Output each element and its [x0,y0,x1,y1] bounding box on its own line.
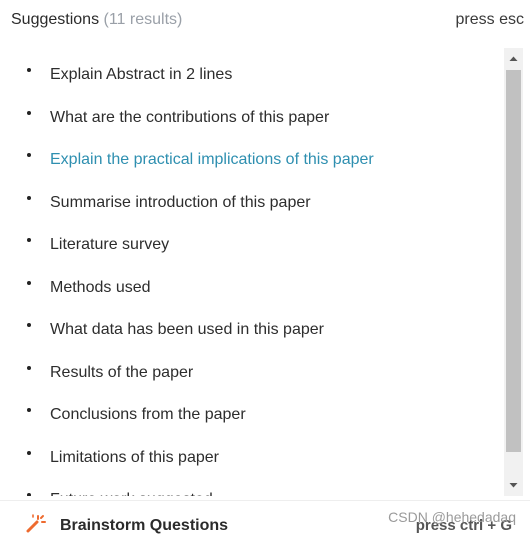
bullet-icon [27,68,31,72]
suggestion-item[interactable]: What are the contributions of this paper [0,91,504,134]
bullet-icon [27,408,31,412]
bullet-icon [27,238,31,242]
bullet-icon [27,493,31,496]
close-hint[interactable]: press esc [456,11,524,29]
bullet-icon [27,450,31,455]
scrollbar[interactable] [504,48,523,496]
scroll-down-arrow[interactable] [504,476,523,494]
suggestion-item[interactable]: Explain Abstract in 2 lines [0,48,504,91]
suggestion-item[interactable]: Explain the practical implications of th… [0,133,504,176]
suggestion-item[interactable]: Future work suggested [0,473,504,496]
suggestions-header: Suggestions (11 results) press esc [0,0,530,40]
suggestion-item[interactable]: What data has been used in this paper [0,303,504,346]
suggestion-label: Summarise introduction of this paper [50,193,311,211]
suggestion-label: Results of the paper [50,363,194,381]
bullet-icon [27,280,31,285]
title-label: Suggestions [11,11,100,28]
bullet-icon [27,323,31,327]
brainstorm-questions-button[interactable]: Brainstorm Questions [60,517,228,535]
suggestion-label: Conclusions from the paper [50,406,246,423]
magic-wand-icon [26,514,46,533]
watermark: CSDN @hehedadaq [388,509,516,525]
bullet-icon [27,195,31,200]
scrollbar-thumb[interactable] [506,70,521,452]
suggestion-item[interactable]: Methods used [0,261,504,304]
bullet-icon [27,110,31,115]
suggestion-label: Methods used [50,278,151,296]
suggestions-title: Suggestions (11 results) [11,11,182,29]
suggestion-item[interactable]: Results of the paper [0,346,504,389]
scroll-up-arrow[interactable] [504,50,523,68]
suggestion-label: What are the contributions of this paper [50,108,330,126]
results-count: (11 results) [103,11,183,28]
suggestion-item[interactable]: Literature survey [0,218,504,261]
bullet-icon [27,365,31,370]
suggestions-list-container: Explain Abstract in 2 lines What are the … [0,48,504,496]
suggestion-label: Future work suggested [50,490,213,496]
suggestion-label: Literature survey [50,236,170,253]
suggestion-item[interactable]: Conclusions from the paper [0,388,504,431]
suggestion-label: What data has been used in this paper [50,321,324,338]
bullet-icon [27,153,31,157]
suggestion-label: Explain the practical implications of th… [50,151,374,168]
suggestion-label: Limitations of this paper [50,448,219,466]
suggestion-item[interactable]: Limitations of this paper [0,431,504,474]
suggestions-list: Explain Abstract in 2 lines What are the … [0,48,504,496]
suggestion-label: Explain Abstract in 2 lines [50,66,233,83]
suggestion-item[interactable]: Summarise introduction of this paper [0,176,504,219]
